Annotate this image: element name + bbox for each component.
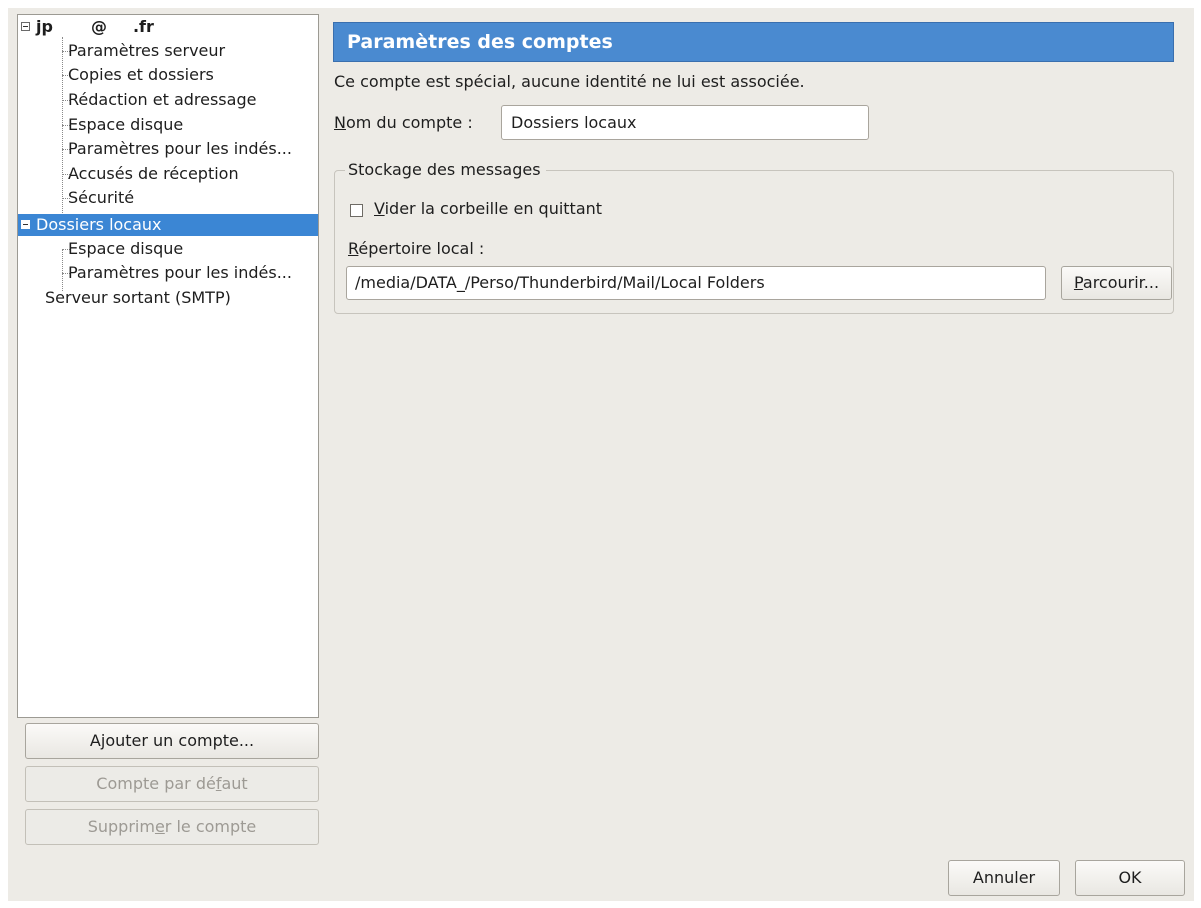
empty-trash-checkbox[interactable]	[350, 204, 363, 217]
tree-item-label: Paramètres serveur	[68, 41, 226, 60]
tree-item-label: Paramètres pour les indés...	[68, 263, 292, 282]
tree-item-composition[interactable]: Rédaction et adressage	[18, 88, 318, 112]
tree-item-label: Paramètres pour les indés...	[68, 139, 292, 158]
cancel-button[interactable]: Annuler	[948, 860, 1060, 896]
tree-item-label: Espace disque	[68, 239, 184, 258]
special-account-note: Ce compte est spécial, aucune identité n…	[334, 72, 805, 91]
message-storage-legend: Stockage des messages	[345, 159, 546, 181]
local-directory-field[interactable]: /media/DATA_/Perso/Thunderbird/Mail/Loca…	[346, 266, 1046, 300]
tree-item-label: Espace disque	[68, 115, 184, 134]
tree-item-receipts[interactable]: Accusés de réception	[18, 162, 318, 186]
empty-trash-label[interactable]: Vider la corbeille en quittant	[374, 199, 602, 218]
tree-local-folders[interactable]: Dossiers locaux	[18, 214, 318, 236]
tree-item-server-settings[interactable]: Paramètres serveur	[18, 39, 318, 63]
tree-item-junk-settings[interactable]: Paramètres pour les indés...	[18, 137, 318, 161]
collapse-icon[interactable]	[21, 220, 30, 229]
tree-item-local-disk-space[interactable]: Espace disque	[18, 237, 318, 261]
tree-item-label: Copies et dossiers	[68, 65, 214, 84]
tree-item-label: Sécurité	[68, 188, 135, 207]
account-user: jp	[36, 17, 53, 36]
collapse-icon[interactable]	[21, 22, 30, 31]
account-at: @	[90, 17, 107, 36]
tree-item-disk-space[interactable]: Espace disque	[18, 113, 318, 137]
tree-smtp-server[interactable]: Serveur sortant (SMTP)	[18, 286, 318, 310]
tree-account-jp[interactable]: jp @ .fr	[18, 15, 318, 39]
tree-item-label: Rédaction et adressage	[68, 90, 257, 109]
add-account-button[interactable]: Ajouter un compte...	[25, 723, 319, 759]
delete-account-button[interactable]: Supprimer le compte	[25, 809, 319, 845]
tree-item-local-junk-settings[interactable]: Paramètres pour les indés...	[18, 261, 318, 285]
tree-item-label: Accusés de réception	[68, 164, 239, 183]
account-domain: .fr	[132, 17, 154, 36]
tree-item-label: Serveur sortant (SMTP)	[45, 288, 231, 307]
browse-button[interactable]: Parcourir...	[1061, 266, 1172, 300]
local-directory-label: Répertoire local :	[348, 239, 485, 258]
tree-account-label: jp @ .fr	[36, 15, 154, 39]
tree-item-label: Dossiers locaux	[36, 215, 162, 234]
default-account-button[interactable]: Compte par défaut	[25, 766, 319, 802]
panel-title: Paramètres des comptes	[333, 22, 1174, 62]
account-tree[interactable]: jp @ .fr Paramètres serveur Copies et doss…	[17, 14, 319, 718]
account-name-label: Nom du compte :	[334, 113, 473, 132]
tree-item-copies-folders[interactable]: Copies et dossiers	[18, 63, 318, 87]
account-name-field[interactable]: Dossiers locaux	[501, 105, 869, 140]
ok-button[interactable]: OK	[1075, 860, 1185, 896]
tree-item-security[interactable]: Sécurité	[18, 186, 318, 210]
